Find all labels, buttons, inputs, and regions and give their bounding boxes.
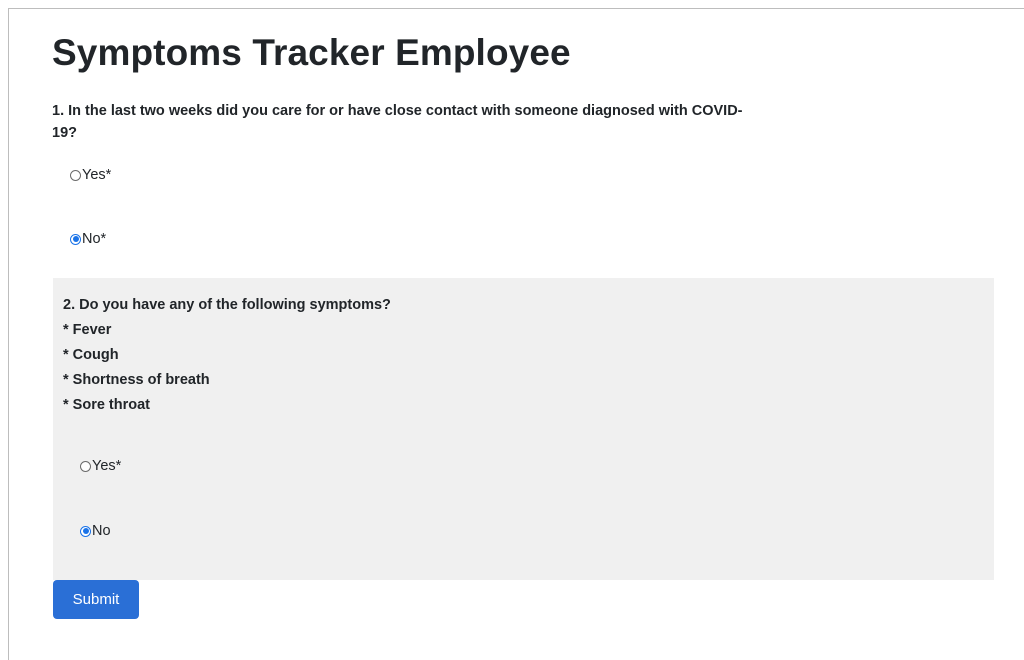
symptom-cough: * Cough [63,347,119,363]
q2-no-label: No [92,523,111,539]
q1-no-label: No* [82,231,107,247]
q2-option-no[interactable]: No [80,523,111,539]
q1-yes-radio[interactable] [70,169,81,181]
symptom-fever: * Fever [63,322,112,338]
q2-yes-radio[interactable] [80,460,91,472]
q2-yes-label: Yes* [92,458,122,474]
symptom-shortness-of-breath: * Shortness of breath [63,372,210,388]
q1-yes-label: Yes* [82,167,112,183]
question-2-panel: 2. Do you have any of the following symp… [53,278,994,580]
question-1-text: 1. In the last two weeks did you care fo… [52,103,743,141]
symptom-sore-throat: * Sore throat [63,397,151,413]
page-title: Symptoms Tracker Employee [52,32,571,73]
q1-option-no[interactable]: No* [70,231,106,247]
question-2-text: 2. Do you have any of the following symp… [63,297,391,313]
q1-no-radio[interactable] [70,233,81,245]
q2-option-yes[interactable]: Yes* [80,458,121,474]
q1-option-yes[interactable]: Yes* [70,167,111,183]
q2-no-radio[interactable] [80,525,91,537]
question-2-block: 2. Do you have any of the following symp… [63,293,391,418]
submit-button[interactable]: Submit [53,580,139,619]
